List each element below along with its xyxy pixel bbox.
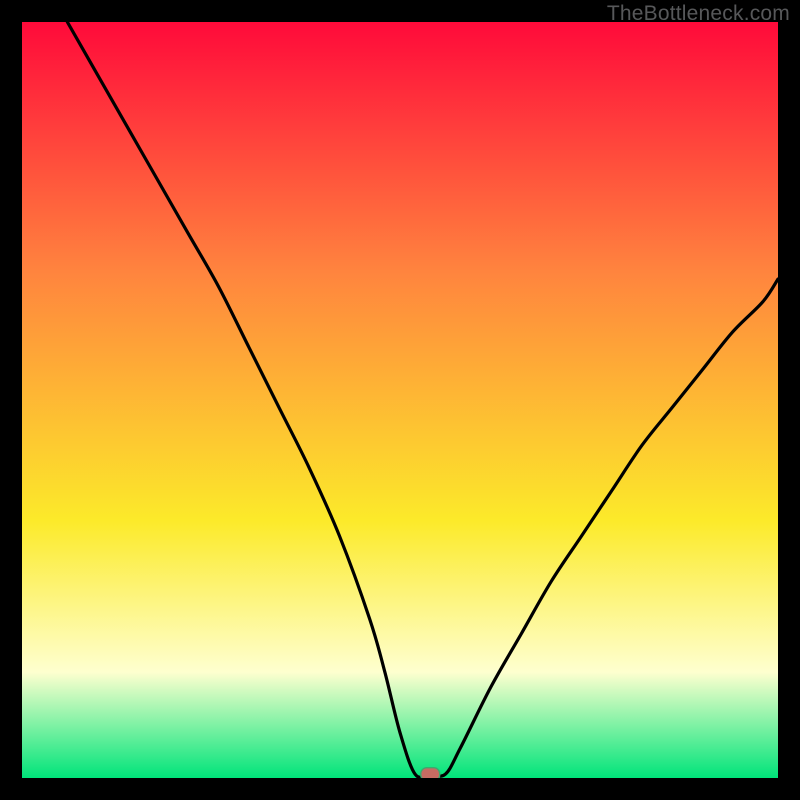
bottleneck-chart [22, 22, 778, 778]
optimal-marker [421, 768, 440, 778]
gradient-background [22, 22, 778, 778]
chart-container: TheBottleneck.com [0, 0, 800, 800]
